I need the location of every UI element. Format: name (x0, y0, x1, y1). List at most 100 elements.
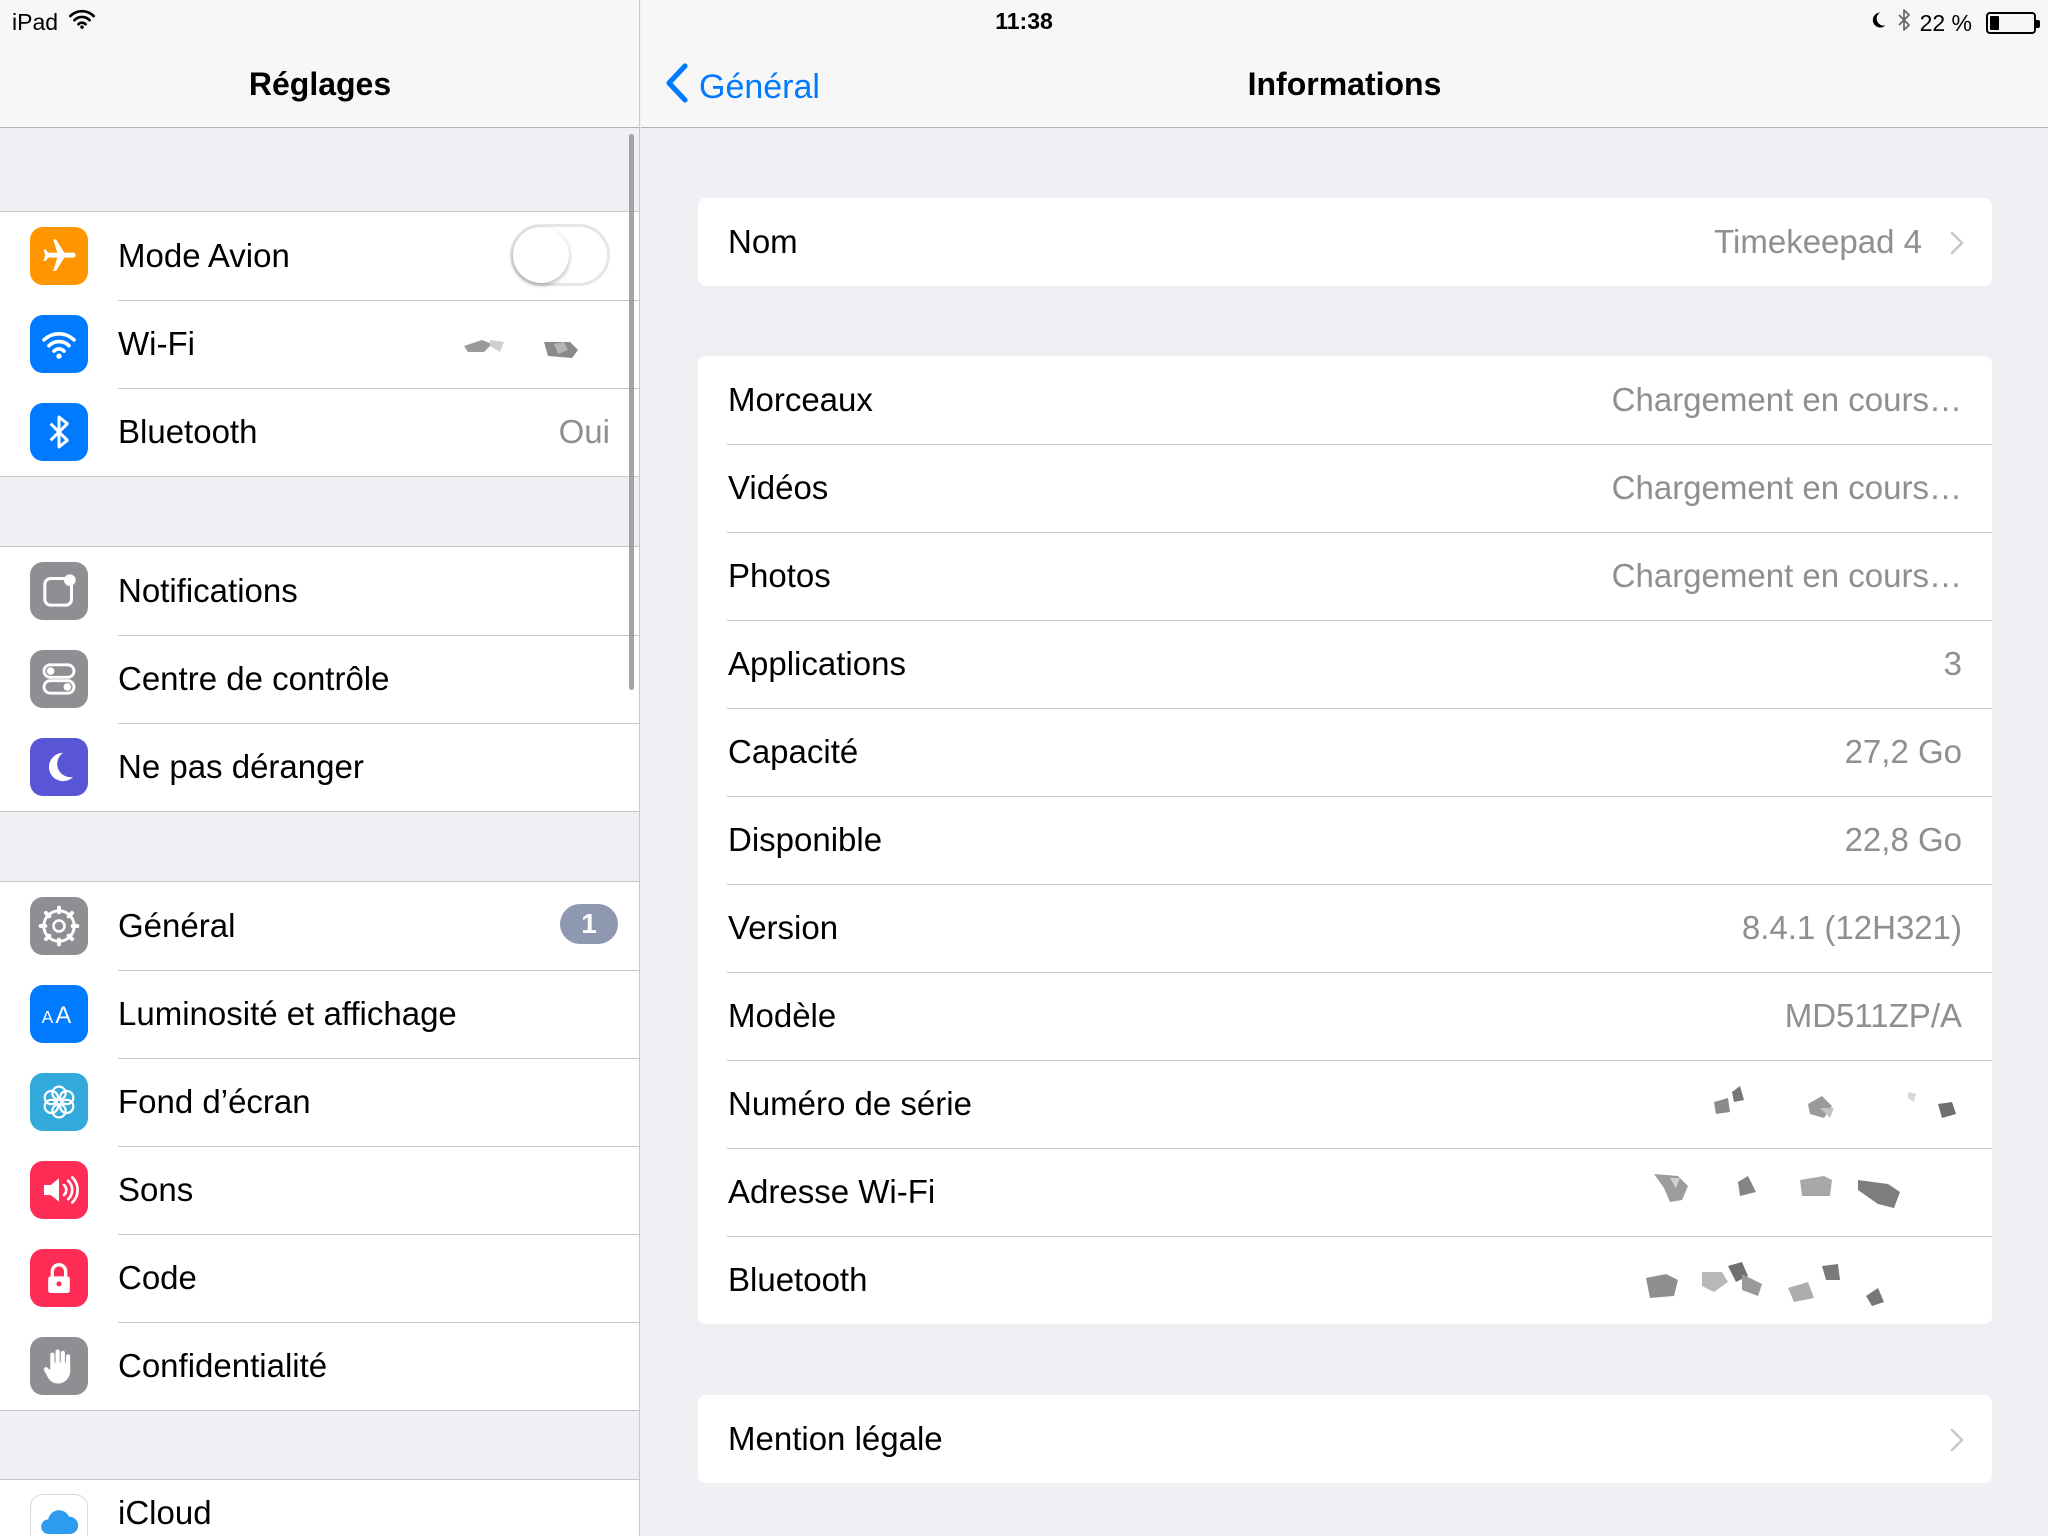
device-name-value: Timekeepad 4 (1714, 223, 1922, 260)
info-row-legal[interactable]: Mention légale (698, 1395, 1992, 1483)
wifi-icon (30, 315, 88, 373)
settings-item-label: Sons (118, 1171, 194, 1208)
settings-item-label: Notifications (118, 572, 298, 609)
settings-group-system: Notifications Centre de contrôle Ne pas … (0, 546, 639, 812)
info-row-value: 8.4.1 (12H321) (1741, 909, 1962, 946)
info-row-capacity: Capacité 27,2 Go (698, 708, 1992, 796)
info-row-value: MD511ZP/A (1784, 997, 1962, 1034)
info-row-name[interactable]: Nom Timekeepad 4 (698, 198, 1992, 286)
info-row-label: Bluetooth (728, 1261, 868, 1298)
notifications-icon (30, 562, 88, 620)
settings-item-label: Confidentialité (118, 1347, 328, 1384)
moon-icon (30, 738, 88, 796)
airplane-mode-toggle[interactable] (510, 224, 610, 286)
wallpaper-icon (30, 1073, 88, 1131)
info-row-serial-number: Numéro de série (698, 1060, 1992, 1148)
settings-item-label: Ne pas déranger (118, 748, 364, 785)
info-row-label: Capacité (728, 733, 859, 770)
status-bar: iPad 11:38 22 % (0, 0, 2048, 42)
info-row-model: Modèle MD511ZP/A (698, 972, 1992, 1060)
page-title: Informations (1247, 66, 1442, 102)
info-row-value: 27,2 Go (1844, 733, 1962, 770)
status-bar-time: 11:38 (995, 8, 1053, 34)
settings-group-accounts: iCloud (0, 1479, 639, 1536)
battery-icon (1986, 12, 2040, 34)
info-row-label: Version (728, 909, 839, 946)
settings-item-label: Général (118, 907, 236, 944)
speaker-icon (30, 1161, 88, 1219)
bluetooth-status-icon (1896, 8, 1912, 38)
settings-group-connectivity: Mode Avion Wi-Fi Bluetooth Oui (0, 211, 639, 477)
update-badge: 1 (560, 904, 618, 944)
redacted-serial-number (1712, 1078, 1962, 1137)
info-row-label: Mention légale (728, 1420, 943, 1457)
device-info-group: Morceaux Chargement en cours… Vidéos Cha… (698, 356, 1992, 1324)
info-row-value: Chargement en cours… (1611, 557, 1962, 594)
redacted-network-name (460, 330, 590, 369)
info-row-applications: Applications 3 (698, 620, 1992, 708)
hand-icon (30, 1337, 88, 1395)
settings-item-do-not-disturb[interactable]: Ne pas déranger (0, 723, 639, 811)
gear-icon (30, 897, 88, 955)
settings-group-device: Général 1 AA Luminosité et affichage Fon… (0, 881, 639, 1411)
settings-item-label: iCloud (118, 1494, 212, 1531)
settings-item-brightness[interactable]: AA Luminosité et affichage (0, 970, 639, 1058)
info-row-label: Nom (728, 223, 798, 260)
settings-item-icloud[interactable]: iCloud (0, 1480, 639, 1536)
master-title: Réglages (248, 66, 392, 102)
moon-status-icon (1868, 9, 1888, 37)
info-row-wifi-address: Adresse Wi-Fi (698, 1148, 1992, 1236)
settings-item-wifi[interactable]: Wi-Fi (0, 300, 639, 388)
info-row-available: Disponible 22,8 Go (698, 796, 1992, 884)
info-row-label: Modèle (728, 997, 837, 1034)
svg-text:A: A (55, 1002, 71, 1029)
master-scrollbar[interactable] (629, 134, 634, 690)
chevron-right-icon (1950, 1428, 1964, 1457)
svg-text:A: A (42, 1007, 54, 1027)
settings-item-wallpaper[interactable]: Fond d’écran (0, 1058, 639, 1146)
info-row-label: Morceaux (728, 381, 873, 418)
bluetooth-icon (30, 403, 88, 461)
bluetooth-status-value: Oui (558, 413, 610, 450)
info-row-version: Version 8.4.1 (12H321) (698, 884, 1992, 972)
settings-item-label: Wi-Fi (118, 325, 195, 362)
chevron-right-icon (1950, 231, 1964, 260)
settings-item-airplane-mode[interactable]: Mode Avion (0, 212, 639, 300)
settings-item-label: Mode Avion (118, 237, 290, 274)
battery-percentage: 22 % (1919, 9, 1972, 36)
settings-item-general[interactable]: Général 1 (0, 882, 639, 970)
settings-item-label: Centre de contrôle (118, 660, 390, 697)
info-row-videos: Vidéos Chargement en cours… (698, 444, 1992, 532)
info-row-photos: Photos Chargement en cours… (698, 532, 1992, 620)
info-row-value: Chargement en cours… (1611, 469, 1962, 506)
info-row-label: Applications (728, 645, 906, 682)
settings-item-bluetooth[interactable]: Bluetooth Oui (0, 388, 639, 476)
settings-item-sounds[interactable]: Sons (0, 1146, 639, 1234)
settings-item-label: Code (118, 1259, 197, 1296)
battery-level (1990, 16, 1999, 30)
info-row-label: Adresse Wi-Fi (728, 1173, 936, 1210)
info-row-label: Vidéos (728, 469, 829, 506)
airplane-icon (30, 227, 88, 285)
info-row-label: Disponible (728, 821, 883, 858)
settings-item-notifications[interactable]: Notifications (0, 547, 639, 635)
info-row-value: 3 (1943, 645, 1962, 682)
brightness-icon: AA (30, 985, 88, 1043)
redacted-bluetooth-address (1642, 1248, 1962, 1317)
info-row-value: Chargement en cours… (1611, 381, 1962, 418)
settings-item-label: Luminosité et affichage (118, 995, 457, 1032)
info-row-bluetooth: Bluetooth (698, 1236, 1992, 1324)
settings-item-control-center[interactable]: Centre de contrôle (0, 635, 639, 723)
cloud-icon (30, 1494, 88, 1536)
detail-pane: Général Informations Nom Timekeepad 4 Mo… (641, 0, 2048, 1536)
info-row-label: Numéro de série (728, 1085, 972, 1122)
settings-item-passcode[interactable]: Code (0, 1234, 639, 1322)
settings-item-privacy[interactable]: Confidentialité (0, 1322, 639, 1410)
master-pane: Réglages Mode Avion Wi-Fi Bluetooth Oui (0, 0, 640, 1536)
settings-item-label: Bluetooth (118, 413, 258, 450)
lock-icon (30, 1249, 88, 1307)
settings-item-label: Fond d’écran (118, 1083, 311, 1120)
legal-group: Mention légale (698, 1395, 1992, 1483)
info-row-value: 22,8 Go (1844, 821, 1962, 858)
info-row-songs: Morceaux Chargement en cours… (698, 356, 1992, 444)
